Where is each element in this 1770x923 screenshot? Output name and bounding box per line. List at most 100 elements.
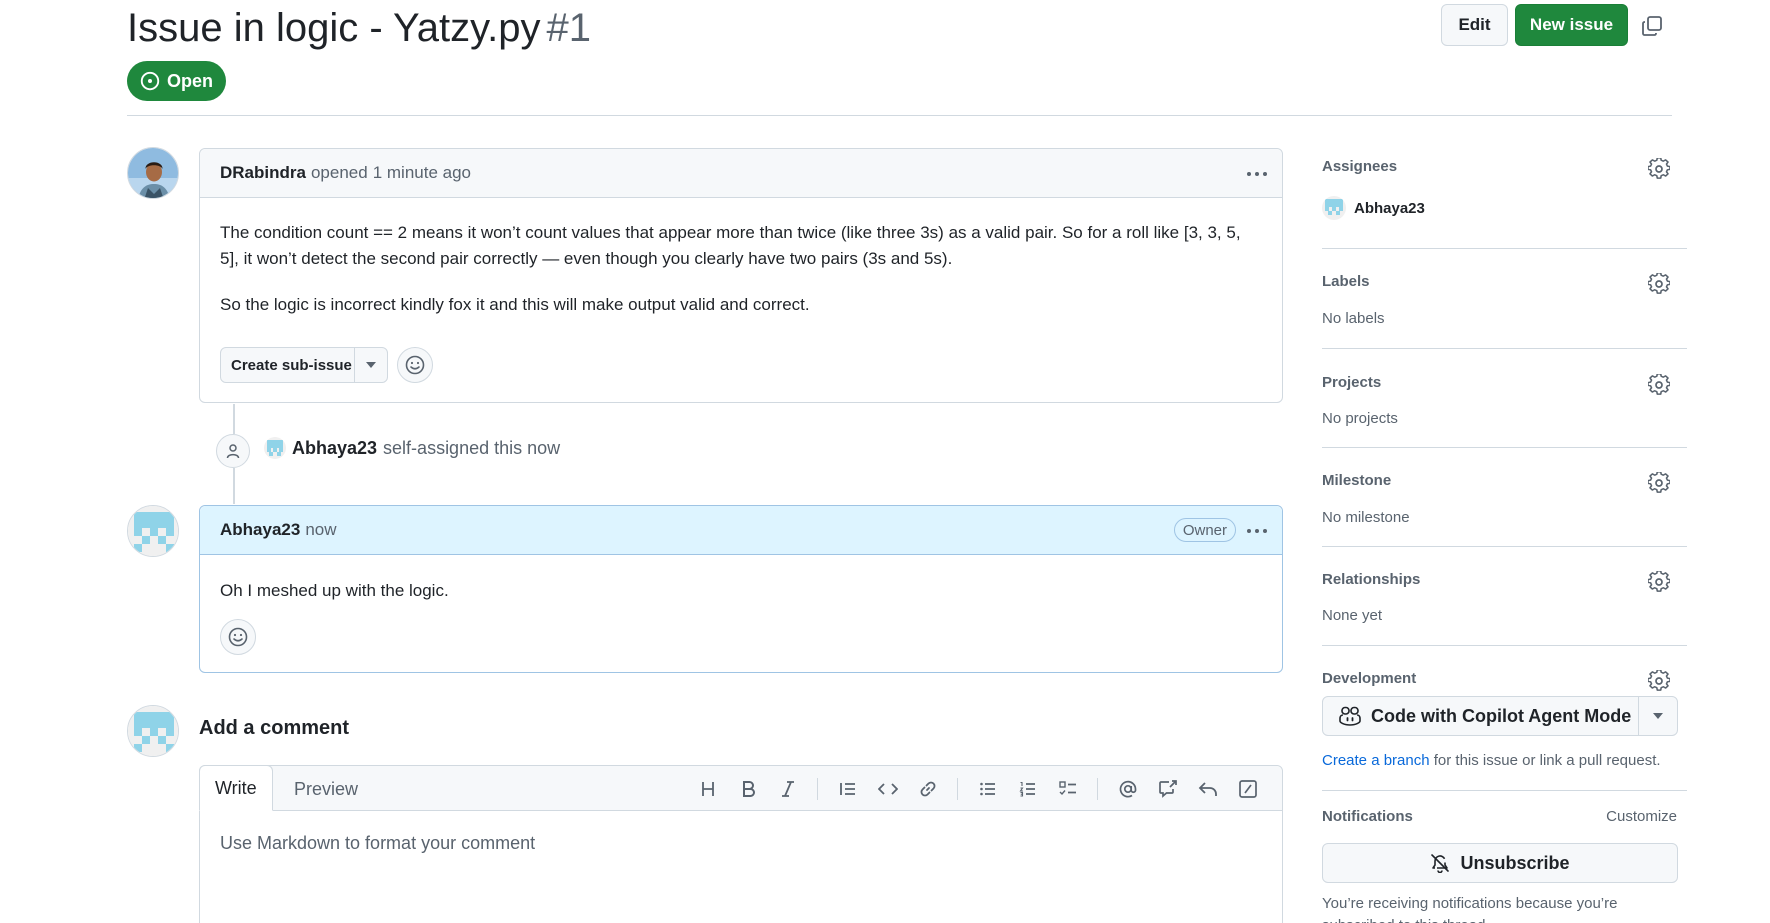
issue-state-badge: Open [127, 61, 226, 101]
notification-reason-line: You’re receiving notifications because y… [1322, 895, 1618, 912]
comment-input-placeholder[interactable]: Use Markdown to format your comment [220, 833, 535, 854]
unsubscribe-button[interactable]: Unsubscribe [1322, 843, 1678, 883]
tasklist-icon[interactable] [1056, 777, 1080, 801]
sidebar-relationships: Relationships None yet [1322, 571, 1687, 631]
add-reaction-button[interactable] [397, 347, 433, 383]
gear-icon[interactable] [1648, 273, 1670, 295]
notification-reason-line: subscribed to this thread. [1322, 915, 1490, 923]
sidebar-heading[interactable]: Milestone [1322, 472, 1687, 489]
triangle-down-icon[interactable] [355, 348, 387, 382]
comment-editor: Write Preview Use Markdown to format you… [199, 765, 1283, 923]
gear-icon[interactable] [1648, 571, 1670, 593]
sidebar-notifications: Notifications Customize [1322, 808, 1687, 828]
copilot-agent-label: Code with Copilot Agent Mode [1371, 705, 1632, 726]
cross-reference-icon[interactable] [1156, 777, 1180, 801]
sidebar-value: No milestone [1322, 509, 1410, 526]
issue-title: Issue in logic - Yatzy.py #1 [127, 2, 591, 54]
issue-state-label: Open [166, 70, 213, 91]
gear-icon[interactable] [1648, 158, 1670, 180]
issue-title-text: Issue in logic - Yatzy.py [127, 6, 541, 50]
comment-paragraph: The condition count == 2 means it won’t … [220, 223, 1241, 268]
bold-icon[interactable] [736, 777, 760, 801]
comment-header: Abhaya23 now Owner [200, 506, 1282, 555]
smiley-icon [228, 627, 248, 647]
issue-opened-icon [140, 71, 160, 91]
avatar-drabindra[interactable] [127, 147, 179, 199]
toolbar-divider [957, 778, 958, 800]
tab-write[interactable]: Write [199, 765, 273, 811]
comment-header: DRabindra opened 1 minute ago [200, 149, 1282, 198]
sidebar-heading[interactable]: Labels [1322, 273, 1687, 290]
sidebar-heading[interactable]: Relationships [1322, 571, 1687, 588]
link-icon[interactable] [916, 777, 940, 801]
reply-icon[interactable] [1196, 777, 1220, 801]
development-help: Create a branch for this issue or link a… [1322, 752, 1661, 769]
sidebar-heading[interactable]: Development [1322, 670, 1687, 687]
comment-action: opened [310, 163, 368, 182]
comment-timestamp[interactable]: 1 minute ago [373, 163, 471, 183]
gear-icon[interactable] [1648, 374, 1670, 396]
sidebar-milestone: Milestone No milestone [1322, 472, 1687, 532]
event-description: self-assigned this now [383, 437, 561, 458]
gear-icon[interactable] [1648, 670, 1670, 692]
issue-number: #1 [546, 6, 592, 50]
create-sub-issue-button[interactable]: Create sub-issue [220, 347, 388, 383]
sidebar-heading[interactable]: Projects [1322, 374, 1687, 391]
ordered-list-icon[interactable] [1016, 777, 1040, 801]
assignee-name[interactable]: Abhaya23 [1354, 200, 1425, 217]
create-sub-issue-label[interactable]: Create sub-issue [221, 348, 355, 382]
sidebar-value: No projects [1322, 410, 1398, 427]
tab-preview[interactable]: Preview [279, 766, 373, 812]
kebab-horizontal-icon[interactable] [1244, 518, 1270, 544]
copilot-agent-button[interactable]: Code with Copilot Agent Mode [1322, 696, 1678, 736]
sidebar-divider [1322, 790, 1687, 791]
edit-title-button[interactable]: Edit [1441, 4, 1508, 46]
unordered-list-icon[interactable] [976, 777, 1000, 801]
sidebar-labels: Labels No labels [1322, 273, 1687, 333]
slash-command-icon[interactable] [1236, 777, 1260, 801]
assignee-item[interactable]: Abhaya23 [1322, 196, 1425, 220]
issue-body-comment: DRabindra opened 1 minute ago The condit… [199, 148, 1283, 403]
timeline-connector [233, 468, 235, 504]
copilot-agent-main[interactable]: Code with Copilot Agent Mode [1323, 697, 1639, 735]
comment-author[interactable]: DRabindra [220, 163, 306, 183]
quote-icon[interactable] [836, 777, 860, 801]
mention-icon[interactable] [1116, 777, 1140, 801]
owner-badge: Owner [1173, 518, 1236, 542]
comment-author[interactable]: Abhaya23 [220, 520, 300, 540]
avatar-abhaya23[interactable] [127, 505, 179, 557]
add-reaction-button[interactable] [220, 619, 256, 655]
heading-icon[interactable] [696, 777, 720, 801]
sidebar-heading[interactable]: Assignees [1322, 158, 1687, 175]
comment-paragraph: So the logic is incorrect kindly fox it … [220, 295, 810, 314]
unsubscribe-label: Unsubscribe [1460, 852, 1570, 873]
copy-link-icon[interactable] [1640, 14, 1664, 38]
code-icon[interactable] [876, 777, 900, 801]
event-actor-avatar[interactable] [264, 437, 286, 459]
sidebar-divider [1322, 348, 1687, 349]
owner-comment: Abhaya23 now Owner Oh I meshed up with t… [199, 505, 1283, 673]
customize-link[interactable]: Customize [1606, 808, 1677, 825]
create-branch-link[interactable]: Create a branch [1322, 752, 1430, 769]
add-comment-heading: Add a comment [199, 717, 350, 739]
development-help-text: for this issue or link a pull request. [1433, 752, 1661, 769]
timeline-connector [233, 404, 235, 434]
editor-tabs: Write Preview [199, 765, 1282, 812]
sidebar-projects: Projects No projects [1322, 374, 1687, 434]
sidebar-divider [1322, 645, 1687, 646]
event-actor[interactable]: Abhaya23 [292, 438, 377, 459]
sidebar-value: No labels [1322, 310, 1385, 327]
comment-timestamp[interactable]: now [305, 520, 336, 540]
toolbar-divider [1097, 778, 1098, 800]
triangle-down-icon[interactable] [1639, 697, 1677, 735]
kebab-horizontal-icon[interactable] [1244, 161, 1270, 187]
new-issue-button[interactable]: New issue [1515, 4, 1628, 46]
smiley-icon [405, 355, 425, 375]
italic-icon[interactable] [776, 777, 800, 801]
copilot-icon [1339, 706, 1361, 726]
gear-icon[interactable] [1648, 472, 1670, 494]
assignee-avatar [1322, 196, 1346, 220]
comment-paragraph: Oh I meshed up with the logic. [220, 581, 449, 600]
toolbar-divider [817, 778, 818, 800]
sidebar-divider [1322, 546, 1687, 547]
